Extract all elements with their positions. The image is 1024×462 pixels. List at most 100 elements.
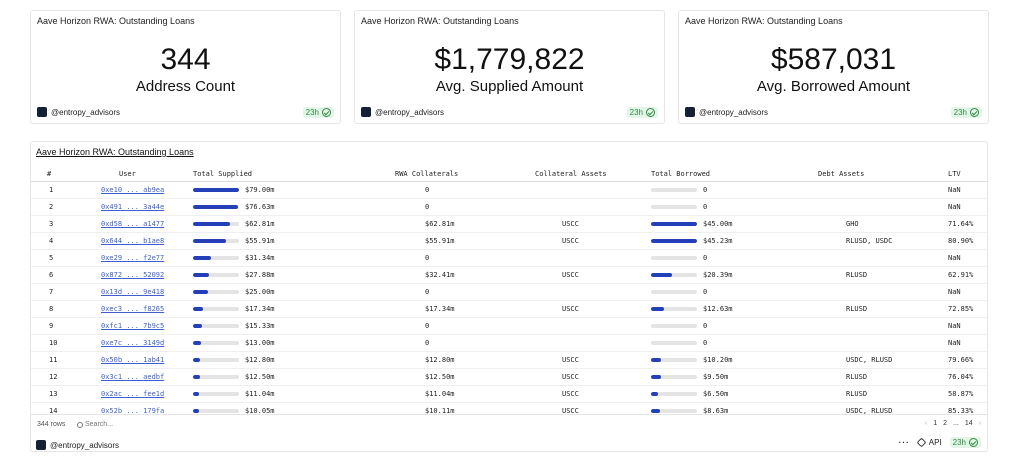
borrowed-bar	[651, 375, 697, 379]
next-page-icon[interactable]: ›	[979, 420, 981, 427]
column-header-total-supplied[interactable]: Total Supplied	[193, 170, 252, 178]
column-header-debt-assets[interactable]: Debt Assets	[818, 170, 864, 178]
supplied-bar-fill	[193, 392, 199, 396]
rwa-collaterals-value: 0	[425, 288, 430, 296]
page-1[interactable]: 1	[933, 420, 937, 427]
freshness-badge: 23h	[302, 107, 334, 118]
user-address-link[interactable]: 0x50b ... 1ab41	[101, 356, 164, 364]
total-borrowed-value: $12.63m	[703, 305, 733, 313]
table-row: 5 0xe29 ... f2e77 $31.34m 0 0 NaN	[31, 250, 987, 267]
rwa-collaterals-value: 0	[425, 322, 430, 330]
table-row: 13 0x2ac ... fee1d $11.04m $11.04m USCC $6.50…	[31, 386, 987, 403]
api-icon[interactable]	[916, 437, 927, 448]
ltv-value: NaN	[948, 288, 961, 296]
user-address-link[interactable]: 0xe29 ... f2e77	[101, 254, 164, 262]
user-address-link[interactable]: 0x872 ... 52092	[101, 271, 164, 279]
supplied-bar	[193, 205, 239, 209]
page-ellipsis: ...	[953, 420, 959, 427]
debt-assets-value: RLUSD	[846, 305, 868, 313]
column-header-collateral-assets[interactable]: Collateral Assets	[535, 170, 607, 178]
user-address-link[interactable]: 0x2ac ... fee1d	[101, 390, 164, 398]
user-address-link[interactable]: 0xe7c ... 3149d	[101, 339, 164, 347]
supplied-bar	[193, 188, 239, 192]
kpi-value: $1,779,822	[434, 43, 585, 76]
column-header-rwa-collaterals[interactable]: RWA Collaterals	[395, 170, 458, 178]
rwa-collaterals-value: 0	[425, 203, 430, 211]
collateral-assets-value: USCC	[562, 356, 579, 364]
borrowed-bar-fill	[651, 375, 661, 379]
supplied-bar-fill	[193, 409, 199, 413]
more-options-icon[interactable]: ···	[899, 438, 910, 447]
collateral-assets-value: USCC	[562, 407, 579, 414]
borrowed-bar	[651, 222, 697, 226]
rwa-collaterals-value: $17.34m	[425, 305, 455, 313]
ltv-value: NaN	[948, 339, 961, 347]
rwa-collaterals-value: $62.81m	[425, 220, 455, 228]
supplied-bar	[193, 375, 239, 379]
supplied-bar	[193, 409, 239, 413]
row-number: 7	[49, 288, 54, 296]
debt-assets-value: GHO	[846, 220, 859, 228]
freshness-text: 23h	[953, 108, 967, 117]
page-2[interactable]: 2	[943, 420, 947, 427]
brand-link[interactable]: @entropy_advisors	[37, 107, 120, 117]
total-supplied-value: $11.04m	[245, 390, 275, 398]
row-number: 10	[49, 339, 58, 347]
user-address-link[interactable]: 0xfc1 ... 7b9c5	[101, 322, 164, 330]
api-button[interactable]: API	[929, 438, 942, 447]
total-borrowed-value: 0	[703, 203, 708, 211]
rwa-collaterals-value: $55.91m	[425, 237, 455, 245]
page-14[interactable]: 14	[965, 420, 973, 427]
debt-assets-value: RLUSD	[846, 390, 868, 398]
user-address-link[interactable]: 0x52b ... 179fa	[101, 407, 164, 414]
user-address-link[interactable]: 0xd58 ... a1477	[101, 220, 164, 228]
total-borrowed-value: $6.50m	[703, 390, 729, 398]
column-header-number[interactable]: #	[47, 170, 51, 178]
column-header-user[interactable]: User	[119, 170, 136, 178]
brand-link[interactable]: @entropy_advisors	[361, 107, 444, 117]
rwa-collaterals-value: $12.50m	[425, 373, 455, 381]
column-header-total-borrowed[interactable]: Total Borrowed	[651, 170, 710, 178]
user-address-link[interactable]: 0x3c1 ... aedbf	[101, 373, 164, 381]
table-title-link[interactable]: Aave Horizon RWA: Outstanding Loans	[36, 147, 194, 157]
user-address-link[interactable]: 0x491 ... 3a44e	[101, 203, 164, 211]
row-number: 2	[49, 203, 54, 211]
total-supplied-value: $12.50m	[245, 373, 275, 381]
borrowed-bar	[651, 324, 697, 328]
total-supplied-value: $31.34m	[245, 254, 275, 262]
table-row: 1 0xe10 ... ab9ea $79.00m 0 0 NaN	[31, 182, 987, 199]
prev-page-icon[interactable]: ‹	[925, 420, 927, 427]
debt-assets-value: RLUSD	[846, 373, 868, 381]
user-address-link[interactable]: 0x644 ... b1ae8	[101, 237, 164, 245]
collateral-assets-value: USCC	[562, 390, 579, 398]
row-number: 8	[49, 305, 54, 313]
freshness-text: 23h	[305, 108, 319, 117]
borrowed-bar-fill	[651, 307, 664, 311]
kpi-title: Aave Horizon RWA: Outstanding Loans	[685, 16, 843, 26]
brand-link[interactable]: @entropy_advisors	[36, 440, 119, 450]
user-address-link[interactable]: 0xe10 ... ab9ea	[101, 186, 164, 194]
total-supplied-value: $79.00m	[245, 186, 275, 194]
table-row: 6 0x872 ... 52092 $27.88m $32.41m USCC $20.39…	[31, 267, 987, 284]
supplied-bar	[193, 341, 239, 345]
debt-assets-value: RLUSD, USDC	[846, 237, 893, 245]
row-number: 12	[49, 373, 58, 381]
search-box[interactable]: Search...	[77, 421, 113, 428]
brand-link[interactable]: @entropy_advisors	[685, 107, 768, 117]
row-number: 4	[49, 237, 54, 245]
column-header-ltv[interactable]: LTV	[948, 170, 961, 178]
brand-name: @entropy_advisors	[375, 107, 445, 117]
user-address-link[interactable]: 0xec3 ... f8265	[101, 305, 164, 313]
rwa-collaterals-value: $11.04m	[425, 390, 455, 398]
loans-table-card: Aave Horizon RWA: Outstanding Loans # Us…	[30, 141, 988, 452]
brand-logo-icon	[36, 440, 46, 450]
total-borrowed-value: 0	[703, 288, 708, 296]
supplied-bar	[193, 290, 239, 294]
collateral-assets-value: USCC	[562, 237, 579, 245]
borrowed-bar	[651, 307, 697, 311]
freshness-badge: 23h	[626, 107, 658, 118]
total-supplied-value: $17.34m	[245, 305, 275, 313]
user-address-link[interactable]: 0x13d ... 9e418	[101, 288, 164, 296]
total-supplied-value: $12.80m	[245, 356, 275, 364]
kpi-value: $587,031	[770, 43, 897, 76]
